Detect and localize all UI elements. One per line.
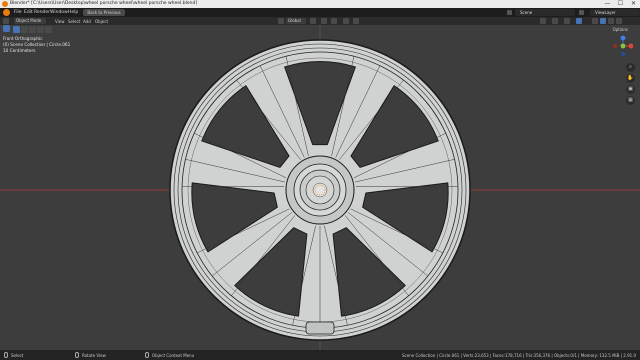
selection-mode-group: [13, 26, 52, 33]
scale-info: 10 Centimeters: [3, 48, 36, 53]
gizmo-toggle-icon[interactable]: [552, 18, 558, 24]
viewport-header: Object Mode View Select Add Object Globa…: [0, 17, 640, 25]
collection-info: (0) Scene Collection | Circle.061: [3, 42, 71, 47]
wheel-mesh-canvas: [0, 25, 640, 350]
view-layer-icon: [579, 10, 584, 15]
view-name: Front Orthographic: [3, 36, 43, 41]
select-intersect-icon[interactable]: [45, 26, 52, 33]
falloff-icon[interactable]: [353, 18, 359, 24]
blender-menu-icon[interactable]: [3, 9, 10, 16]
menu-help[interactable]: Help: [68, 10, 78, 15]
close-button[interactable]: ✕: [627, 0, 640, 8]
xray-toggle-icon[interactable]: [576, 18, 582, 24]
menu-object[interactable]: Object: [95, 19, 108, 24]
navigation-gizmo[interactable]: [613, 35, 633, 57]
select-extend-icon[interactable]: [21, 26, 28, 33]
gizmo-y-icon: [620, 43, 626, 49]
mouse-left-icon: [4, 352, 8, 358]
mouse-right-icon: [145, 352, 149, 358]
scene-statistics: Scene Collection | Circle.061 | Verts:23…: [402, 353, 636, 358]
editor-type-icon[interactable]: [3, 18, 9, 24]
orientation-icon[interactable]: [278, 18, 284, 24]
select-subtract-icon[interactable]: [29, 26, 36, 33]
menu-view[interactable]: View: [55, 19, 65, 24]
mode-selector[interactable]: Object Mode: [14, 18, 46, 24]
visibility-icon[interactable]: [540, 18, 546, 24]
view-layer-selector[interactable]: ViewLayer: [590, 9, 640, 16]
valve-stem: [305, 321, 335, 335]
top-menubar: File Edit Render Window Help Back to Pre…: [0, 8, 640, 17]
select-new-icon[interactable]: [13, 26, 20, 33]
shading-material-icon[interactable]: [608, 18, 614, 24]
scene-selector[interactable]: Scene: [515, 9, 575, 16]
gizmo-neg-z-icon: [620, 51, 626, 57]
wheel-mesh: [169, 39, 471, 341]
perspective-toggle-icon[interactable]: ▦: [626, 96, 635, 105]
3d-viewport[interactable]: Front Orthographic (0) Scene Collection …: [0, 25, 640, 350]
menu-add[interactable]: Add: [83, 19, 91, 24]
minimize-button[interactable]: —: [601, 0, 614, 8]
menu-edit[interactable]: Edit: [24, 10, 33, 15]
blender-logo-icon: [2, 1, 8, 7]
zoom-icon[interactable]: ⌕: [626, 63, 635, 72]
menu-render[interactable]: Render: [34, 10, 50, 15]
gizmo-neg-x-icon: [613, 43, 618, 49]
options-dropdown[interactable]: Options: [613, 27, 628, 32]
gizmo-x-icon: [628, 43, 633, 49]
snap-settings-icon[interactable]: [331, 18, 337, 24]
camera-view-icon[interactable]: ▣: [626, 85, 635, 94]
shading-solid-icon[interactable]: [600, 18, 606, 24]
transform-orientation-selector[interactable]: Global: [286, 18, 306, 24]
menu-select[interactable]: Select: [68, 19, 80, 24]
shading-wireframe-icon[interactable]: [592, 18, 598, 24]
status-context-hint: Object Context Menu: [152, 353, 195, 358]
menu-file[interactable]: File: [14, 10, 22, 15]
gizmo-z-icon: [620, 35, 626, 41]
proportional-edit-icon[interactable]: [343, 18, 349, 24]
maximize-button[interactable]: ☐: [614, 0, 627, 8]
window-titlebar: Blender* [C:\Users\User\Desktop\wheel po…: [0, 0, 640, 8]
pan-hand-icon[interactable]: ✋: [626, 74, 635, 83]
status-select-hint: Select: [11, 353, 24, 358]
snap-icon[interactable]: [321, 18, 327, 24]
tool-strip: [3, 25, 10, 33]
mouse-middle-icon: [75, 352, 79, 358]
overlay-toggle-icon[interactable]: [564, 18, 570, 24]
shading-rendered-icon[interactable]: [616, 18, 622, 24]
pivot-icon[interactable]: [310, 18, 316, 24]
back-to-previous-button[interactable]: Back to Previous: [83, 9, 125, 16]
status-bar: Select Rotate View Object Context Menu S…: [0, 350, 640, 360]
scene-icon: [507, 10, 512, 15]
tool-select-icon[interactable]: [3, 25, 10, 32]
window-title: Blender* [C:\Users\User\Desktop\wheel po…: [10, 1, 198, 6]
select-invert-icon[interactable]: [37, 26, 44, 33]
menu-window[interactable]: Window: [50, 10, 68, 15]
status-rotate-hint: Rotate View: [82, 353, 106, 358]
